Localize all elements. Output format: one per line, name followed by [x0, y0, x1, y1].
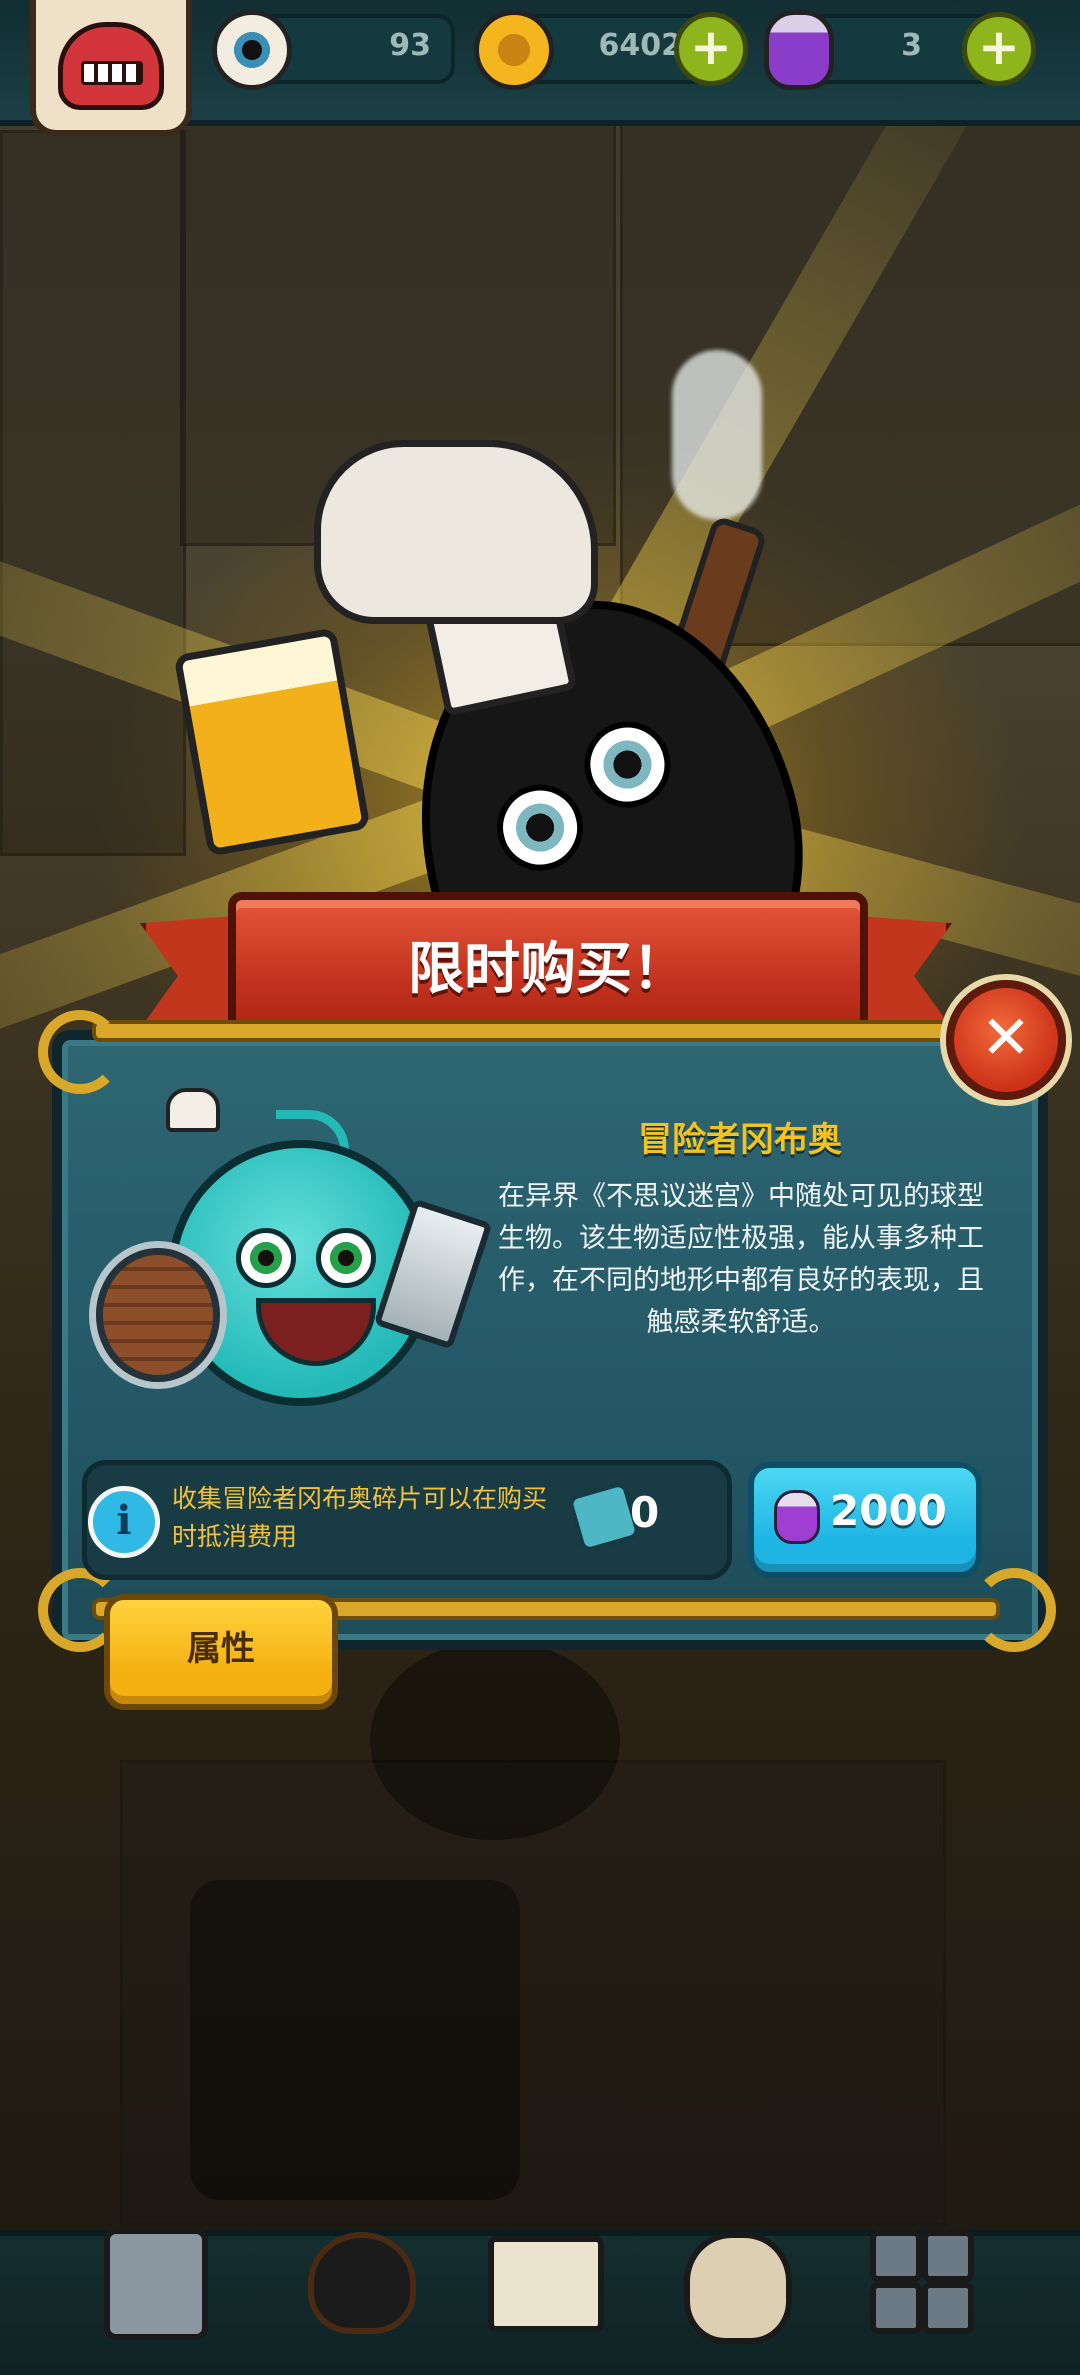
shield-icon [96, 1248, 220, 1382]
nav-grid[interactable] [862, 2222, 982, 2342]
nav-bag[interactable] [674, 2222, 794, 2344]
resource-bar: 93 6402 + 3 + [0, 0, 1080, 136]
nav-base[interactable] [96, 2222, 216, 2342]
bag-icon [684, 2232, 792, 2344]
player-avatar[interactable] [30, 0, 192, 136]
background-oven [190, 1880, 520, 2200]
eye-icon [487, 775, 593, 880]
grid-cell-icon [870, 2282, 922, 2334]
coin-icon [474, 10, 554, 90]
tab-attributes-label: 属性 [187, 1629, 255, 1669]
nav-monsters[interactable] [298, 2222, 418, 2342]
close-button[interactable]: ✕ [946, 980, 1066, 1100]
nav-book[interactable] [484, 2222, 604, 2342]
shard-count: 0 [630, 1488, 660, 1537]
shard-info-text: 收集冒险者冈布奥碎片可以在购买时抵消费用 [172, 1484, 548, 1551]
add-coins-button[interactable]: + [674, 12, 748, 86]
banner-title: 限时购买！ [408, 937, 688, 1002]
add-potions-button[interactable]: + [962, 12, 1036, 86]
mini-chef-hat-icon [166, 1088, 220, 1132]
teeth-icon [81, 61, 143, 85]
character-description: 在异界《不思议迷宫》中随处可见的球型生物。该生物适应性极强，能从事多种工作，在不… [498, 1181, 984, 1338]
mouth-icon [256, 1298, 376, 1366]
character-name: 冒险者冈布奥 [638, 1120, 842, 1160]
potion-icon [764, 10, 834, 90]
panel-trim [92, 1020, 1000, 1042]
buy-price: 2000 [830, 1486, 947, 1535]
coins-value: 6402 [598, 28, 683, 63]
grid-cell-icon [870, 2230, 922, 2282]
potion-icon [774, 1490, 820, 1544]
monster-icon [308, 2232, 416, 2334]
eye-icon [236, 1228, 296, 1288]
chef-hat-icon [314, 440, 598, 624]
beer-mug-icon [173, 627, 371, 857]
background-building-left [0, 130, 186, 856]
grid-cell-icon [922, 2230, 974, 2282]
potions-value: 3 [901, 28, 922, 63]
eye-icon [316, 1228, 376, 1288]
eyeball-icon [212, 10, 292, 90]
background-cauldron [370, 1640, 620, 1840]
book-icon [488, 2236, 604, 2332]
eyes-value: 93 [389, 28, 431, 63]
game-screen: 93 6402 + 3 + 限时购买！ ✕ 冒险者冈布奥 在异界《不思议迷宫》中… [0, 0, 1080, 2375]
corner-ornament-icon [38, 1010, 122, 1094]
grid-cell-icon [922, 2282, 974, 2334]
machine-icon [104, 2228, 208, 2340]
corner-ornament-icon [972, 1568, 1056, 1652]
tab-attributes[interactable]: 属性 [104, 1594, 338, 1710]
smoke-icon [672, 350, 762, 520]
eye-icon [575, 712, 680, 817]
red-monster-icon [58, 22, 164, 110]
info-icon[interactable]: i [88, 1486, 160, 1558]
